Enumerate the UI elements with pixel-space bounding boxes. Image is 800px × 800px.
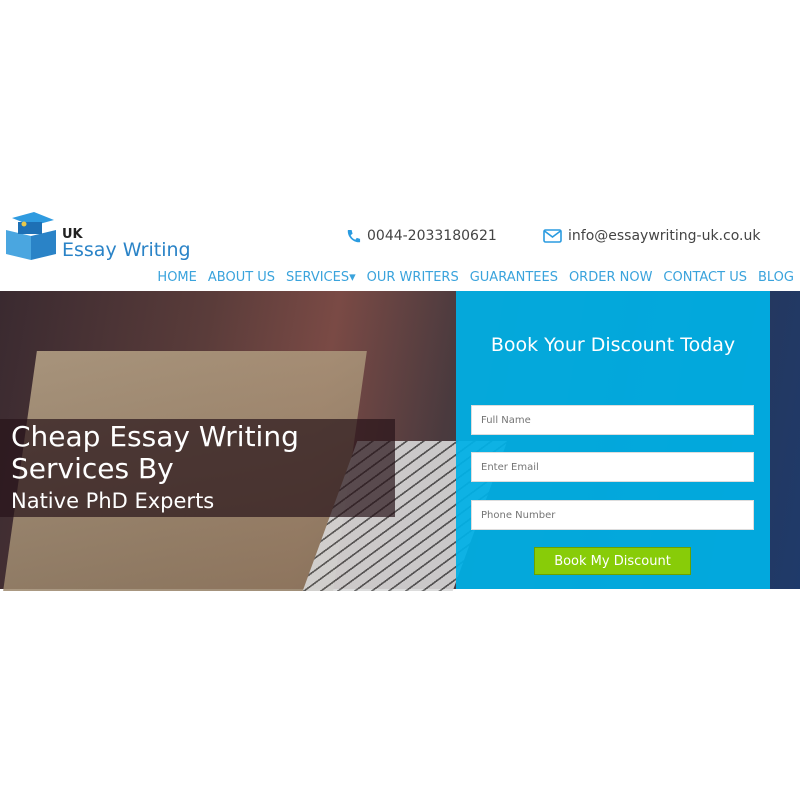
graduation-book-logo-icon xyxy=(6,212,56,260)
nav-order-now[interactable]: ORDER NOW xyxy=(569,270,652,285)
discount-form: Book Your Discount Today Book My Discoun… xyxy=(456,291,770,589)
full-name-input[interactable] xyxy=(471,405,754,435)
nav-about-us[interactable]: ABOUT US xyxy=(208,270,275,285)
hero-banner: Cheap Essay Writing Services By Native P… xyxy=(0,291,800,591)
logo-essay-writing: Essay Writing xyxy=(62,239,191,261)
nav-services-dropdown[interactable]: SERVICES▾ xyxy=(286,270,356,285)
nav-contact-us[interactable]: CONTACT US xyxy=(663,270,747,285)
form-title: Book Your Discount Today xyxy=(490,334,736,356)
phone-input[interactable] xyxy=(471,500,754,530)
envelope-icon xyxy=(543,229,562,243)
nav-our-writers[interactable]: OUR WRITERS xyxy=(367,270,459,285)
email-address: info@essaywriting-uk.co.uk xyxy=(568,228,761,244)
book-discount-button[interactable]: Book My Discount xyxy=(534,547,691,575)
email-input[interactable] xyxy=(471,452,754,482)
hero-caption: Cheap Essay Writing Services By Native P… xyxy=(0,419,395,517)
phone-number: 0044-2033180621 xyxy=(367,228,497,244)
phone-contact[interactable]: 0044-2033180621 xyxy=(346,228,497,244)
main-nav: HOME ABOUT US SERVICES▾ OUR WRITERS GUAR… xyxy=(157,270,794,285)
site-logo[interactable]: UK Essay Writing xyxy=(4,210,191,260)
email-contact[interactable]: info@essaywriting-uk.co.uk xyxy=(543,228,761,244)
nav-guarantees[interactable]: GUARANTEES xyxy=(470,270,558,285)
nav-blog[interactable]: BLOG xyxy=(758,270,794,285)
hero-subheadline: Native PhD Experts xyxy=(11,489,215,513)
nav-home[interactable]: HOME xyxy=(157,270,196,285)
hero-headline: Cheap Essay Writing Services By xyxy=(11,420,299,485)
phone-icon xyxy=(347,229,361,242)
